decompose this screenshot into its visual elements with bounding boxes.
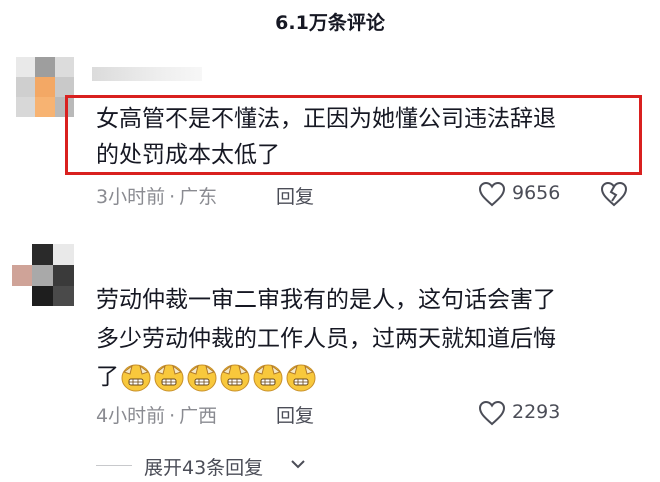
reply-button[interactable]: 回复 (276, 182, 314, 209)
chevron-down-icon[interactable] (290, 457, 306, 471)
comment-text-line: 劳动仲裁一审二审我有的是人，这句话会害了 (96, 287, 556, 313)
comment-time: 4小时前 (96, 405, 166, 427)
grimacing-emoji-icon (154, 364, 184, 392)
meta-separator: · (169, 405, 176, 427)
emoji-row (120, 362, 317, 392)
comment-count-title: 6.1万条评论 (275, 12, 385, 34)
comment-time: 3小时前 (96, 186, 166, 208)
grimacing-emoji-icon (220, 364, 250, 392)
grimacing-emoji-icon (253, 364, 283, 392)
expand-replies-button[interactable]: 展开43条回复 (144, 453, 263, 480)
meta-separator: · (169, 186, 176, 208)
comment-text-line: 多少劳动仲裁的工作人员，过两天就知道后悔 (96, 326, 556, 352)
comment-location: 广东 (179, 186, 218, 208)
broken-heart-icon[interactable] (600, 181, 628, 207)
grimacing-emoji-icon (286, 364, 316, 392)
like-count: 2293 (512, 401, 561, 423)
heart-outline-icon[interactable] (478, 181, 506, 207)
comment-location: 广西 (179, 405, 218, 427)
comment-text-line: 女高管不是不懂法，正因为她懂公司违法辞退 (96, 106, 556, 132)
expand-divider (96, 465, 132, 466)
grimacing-emoji-icon (187, 364, 217, 392)
comment-meta: 4小时前 · 广西 (96, 401, 217, 428)
comment-text-line: 的处罚成本太低了 (96, 142, 280, 168)
grimacing-emoji-icon (121, 364, 151, 392)
reply-button[interactable]: 回复 (276, 401, 314, 428)
comment-meta: 3小时前 · 广东 (96, 182, 217, 209)
comment-text-line: 了 (96, 364, 119, 390)
heart-outline-icon[interactable] (478, 400, 506, 426)
like-count: 9656 (512, 182, 561, 204)
username-blurred[interactable] (92, 67, 202, 81)
avatar[interactable] (12, 244, 74, 306)
